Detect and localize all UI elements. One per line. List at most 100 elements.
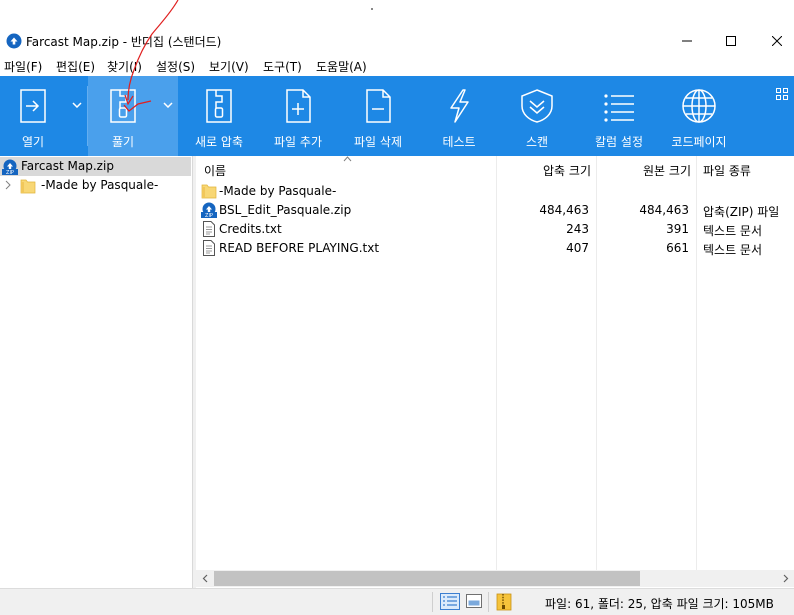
chevron-down-icon [72, 102, 82, 108]
shield-icon [521, 89, 553, 123]
file-original-size: 391 [666, 222, 689, 236]
window-title: Farcast Map.zip - 반디집 (스탠더드) [26, 35, 222, 49]
menu-find[interactable]: 찾기(I) [107, 58, 142, 75]
file-original-size: 484,463 [639, 203, 689, 217]
svg-text:ZIP: ZIP [205, 213, 213, 218]
new-archive-button[interactable]: 새로 압축 [182, 76, 256, 156]
maximize-button[interactable] [708, 26, 754, 56]
folder-tree: ZIP Farcast Map.zip -Made by Pasquale- [0, 156, 193, 588]
column-header-original[interactable]: 원본 크기 [597, 156, 696, 182]
zip-archive-icon: ZIP [2, 159, 18, 175]
test-label: 테스트 [442, 135, 476, 149]
codepage-label: 코드페이지 [671, 135, 727, 149]
scan-label: 스캔 [525, 135, 549, 149]
minimize-button[interactable] [664, 26, 710, 56]
status-bar: 파일: 61, 폴더: 25, 압축 파일 크기: 105MB [0, 588, 794, 615]
text-file-icon [203, 240, 215, 256]
menu-help[interactable]: 도움말(A) [316, 58, 367, 75]
horizontal-scrollbar[interactable] [196, 570, 794, 587]
file-type: 텍스트 문서 [703, 243, 763, 257]
list-columns-icon [604, 94, 634, 122]
file-row[interactable]: -Made by Pasquale- [196, 182, 794, 201]
title-bar: Farcast Map.zip - 반디집 (스탠더드) [0, 26, 794, 56]
maximize-icon [726, 36, 736, 46]
file-packed-size: 243 [566, 222, 589, 236]
status-summary: 파일: 61, 폴더: 25, 압축 파일 크기: 105MB [545, 597, 774, 611]
lightning-icon [450, 89, 469, 123]
column-header-packed[interactable]: 압축 크기 [497, 156, 596, 182]
add-file-icon [286, 89, 311, 123]
tree-folder-label: -Made by Pasquale- [41, 178, 159, 192]
scan-button[interactable]: 스캔 [502, 76, 572, 156]
preview-view-icon[interactable] [466, 594, 482, 608]
column-name-label: 이름 [204, 164, 227, 178]
file-packed-size: 407 [566, 241, 589, 255]
status-separator [488, 592, 489, 612]
file-name: READ BEFORE PLAYING.txt [219, 241, 380, 255]
menu-view[interactable]: 보기(V) [209, 58, 249, 75]
extract-button[interactable]: 풀기 [88, 76, 158, 156]
menu-tools[interactable]: 도구(T) [263, 58, 302, 75]
column-header-type[interactable]: 파일 종류 [697, 156, 794, 182]
close-button[interactable] [754, 26, 794, 56]
open-archive-icon [20, 89, 46, 123]
scroll-right-button[interactable] [777, 570, 794, 587]
menu-file[interactable]: 파일(F) [4, 58, 42, 75]
tree-root-label: Farcast Map.zip [21, 159, 114, 173]
file-packed-size: 484,463 [539, 203, 589, 217]
column-settings-button[interactable]: 칼럼 설정 [582, 76, 656, 156]
tree-folder-item[interactable]: -Made by Pasquale- [0, 176, 191, 195]
add-file-label: 파일 추가 [274, 135, 322, 149]
open-label: 열기 [21, 135, 45, 149]
layout-grid-icon[interactable] [776, 88, 788, 100]
folder-icon [201, 184, 217, 199]
file-type: 텍스트 문서 [703, 224, 763, 238]
file-name: Credits.txt [219, 222, 282, 236]
file-list: 이름 압축 크기 원본 크기 파일 종류 -Made by Pasquale- … [196, 156, 794, 570]
file-name: BSL_Edit_Pasquale.zip [219, 203, 352, 217]
file-name: -Made by Pasquale- [219, 184, 337, 198]
toolbar: 열기 풀기 새로 압축 파일 추가 파일 삭제 테스트 스캔 칼럼 설정 코드페… [0, 76, 794, 156]
menu-bar: 파일(F) 편집(E) 찾기(I) 설정(S) 보기(V) 도구(T) 도움말(… [0, 56, 794, 76]
details-view-icon[interactable] [440, 593, 460, 610]
column-original-label: 원본 크기 [643, 164, 691, 178]
tree-root-item[interactable]: ZIP Farcast Map.zip [0, 157, 191, 176]
zipper-file-icon [206, 89, 232, 123]
folder-icon [20, 179, 36, 194]
menu-edit[interactable]: 편집(E) [56, 58, 95, 75]
close-icon [772, 36, 782, 46]
column-settings-label: 칼럼 설정 [595, 135, 643, 149]
delete-file-button[interactable]: 파일 삭제 [342, 76, 414, 156]
extract-dropdown-arrow[interactable] [158, 76, 178, 156]
column-packed-label: 압축 크기 [543, 164, 591, 178]
chevron-right-icon [783, 574, 788, 583]
file-row[interactable]: Credits.txt 243 391 텍스트 문서 [196, 220, 794, 239]
delete-file-label: 파일 삭제 [354, 135, 402, 149]
chevron-down-icon [163, 102, 173, 108]
chevron-left-icon [202, 574, 207, 583]
bandizip-app-icon [6, 33, 22, 49]
extract-label: 풀기 [111, 135, 135, 149]
open-dropdown-arrow[interactable] [68, 76, 86, 156]
zip-file-icon: ZIP [201, 202, 217, 218]
text-file-icon [203, 221, 215, 237]
scrollbar-thumb[interactable] [214, 571, 640, 586]
file-row[interactable]: ZIP BSL_Edit_Pasquale.zip 484,463 484,46… [196, 201, 794, 220]
globe-icon [682, 89, 716, 123]
svg-text:ZIP: ZIP [6, 170, 14, 175]
add-file-button[interactable]: 파일 추가 [262, 76, 334, 156]
file-row[interactable]: READ BEFORE PLAYING.txt 407 661 텍스트 문서 [196, 239, 794, 258]
menu-settings[interactable]: 설정(S) [156, 58, 195, 75]
open-button[interactable]: 열기 [0, 76, 66, 156]
scroll-left-button[interactable] [196, 570, 213, 587]
new-archive-label: 새로 압축 [195, 135, 243, 149]
remove-file-icon [366, 89, 391, 123]
file-type: 압축(ZIP) 파일 [703, 205, 780, 219]
sort-ascending-icon [343, 156, 352, 162]
minimize-icon [682, 40, 692, 42]
chevron-right-icon[interactable] [4, 180, 12, 190]
test-button[interactable]: 테스트 [424, 76, 494, 156]
archive-folder-icon [496, 593, 512, 611]
codepage-button[interactable]: 코드페이지 [662, 76, 736, 156]
status-separator [432, 592, 433, 612]
